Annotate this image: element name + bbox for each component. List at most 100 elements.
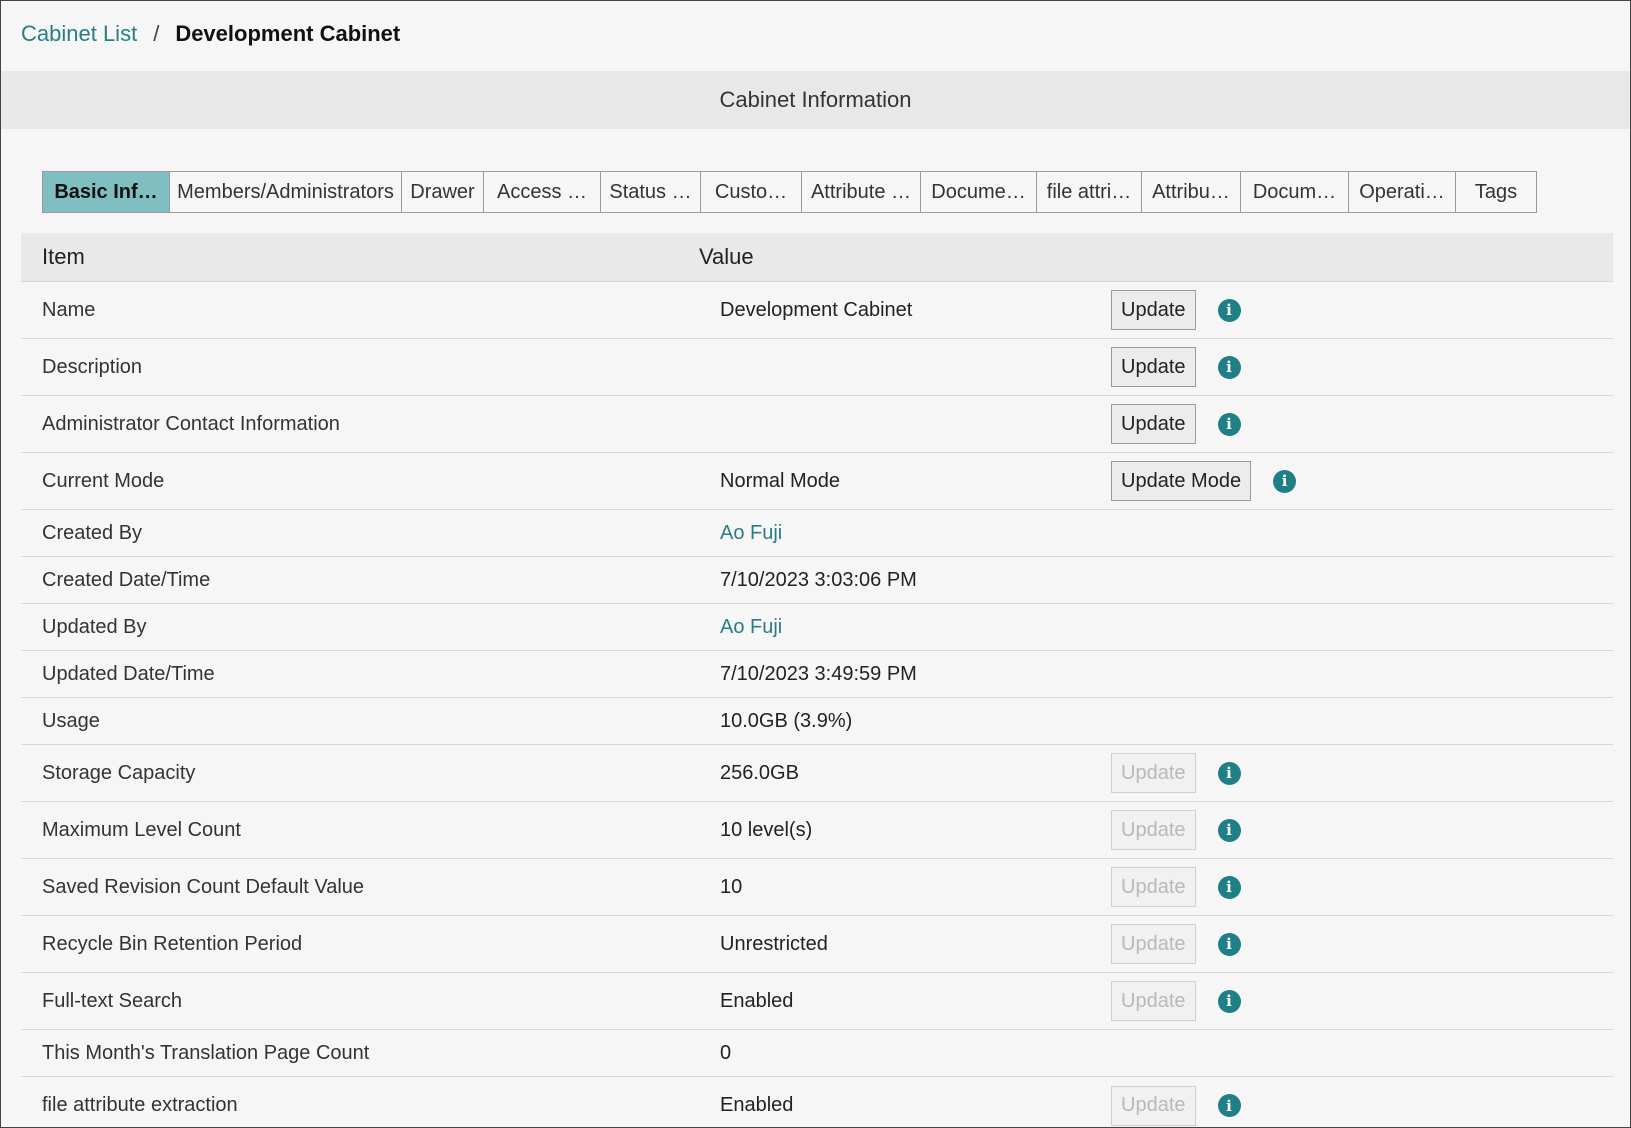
info-icon[interactable]: i — [1217, 875, 1241, 899]
section-header: Cabinet Information — [1, 71, 1630, 129]
table-row: Current Mode Normal Mode Update Mode i — [21, 453, 1613, 510]
info-icon[interactable]: i — [1217, 989, 1241, 1013]
page-title: Development Cabinet — [175, 21, 401, 46]
row-label: Created By — [42, 521, 143, 544]
table-row: This Month's Translation Page Count 0 — [21, 1030, 1613, 1077]
row-label: Usage — [42, 709, 100, 732]
updated-by-user-link[interactable]: Ao Fuji — [720, 616, 782, 638]
tab-access[interactable]: Access … — [484, 172, 601, 212]
update-full-text-search-button: Update — [1111, 981, 1196, 1021]
tab-drawer[interactable]: Drawer — [402, 172, 484, 212]
tab-label: Status … — [609, 180, 692, 203]
update-storage-capacity-button: Update — [1111, 753, 1196, 793]
tab-attribute[interactable]: Attribute … — [802, 172, 921, 212]
update-admin-contact-button[interactable]: Update — [1111, 404, 1196, 444]
tab-document-2[interactable]: Docum… — [1241, 172, 1349, 212]
table-row: Saved Revision Count Default Value 10 Up… — [21, 859, 1613, 916]
info-icon[interactable]: i — [1217, 298, 1241, 322]
table-row: Storage Capacity 256.0GB Update i — [21, 745, 1613, 802]
tab-tags[interactable]: Tags — [1456, 172, 1536, 212]
row-label: Storage Capacity — [42, 761, 196, 784]
row-value: Development Cabinet — [720, 298, 913, 321]
section-title: Cabinet Information — [719, 87, 912, 112]
info-icon[interactable]: i — [1217, 818, 1241, 842]
tab-label: Access … — [496, 180, 588, 203]
tab-file-attribute[interactable]: file attri… — [1037, 172, 1142, 212]
row-value: 10 — [720, 875, 743, 898]
info-icon[interactable]: i — [1217, 412, 1241, 436]
info-icon[interactable]: i — [1273, 469, 1297, 493]
tab-attribute-2[interactable]: Attribu… — [1142, 172, 1241, 212]
row-value: Enabled — [720, 989, 794, 1012]
row-label: file attribute extraction — [42, 1094, 238, 1116]
row-label: Current Mode — [42, 469, 165, 492]
tab-basic-info[interactable]: Basic Inf… — [43, 172, 170, 212]
table-row: Usage 10.0GB (3.9%) — [21, 698, 1613, 745]
info-icon[interactable]: i — [1217, 355, 1241, 379]
column-header-item: Item — [42, 244, 85, 269]
tab-label: Basic Inf… — [54, 180, 158, 203]
update-description-button[interactable]: Update — [1111, 347, 1196, 387]
row-label: Saved Revision Count Default Value — [42, 875, 365, 898]
row-label: Created Date/Time — [42, 568, 211, 591]
table-row: Recycle Bin Retention Period Unrestricte… — [21, 916, 1613, 973]
update-mode-button[interactable]: Update Mode — [1111, 461, 1252, 501]
row-label: Maximum Level Count — [42, 818, 241, 841]
update-revision-count-button: Update — [1111, 867, 1196, 907]
info-icon[interactable]: i — [1217, 761, 1241, 785]
column-header-value: Value — [699, 244, 754, 269]
tab-label: Attribu… — [1152, 180, 1230, 203]
page-frame: Cabinet List / Development Cabinet Cabin… — [0, 0, 1631, 1128]
row-label: Full-text Search — [42, 989, 183, 1012]
row-value: 10 level(s) — [720, 818, 813, 841]
tab-label: file attri… — [1046, 180, 1132, 203]
table-row: Name Development Cabinet Update i — [21, 282, 1613, 339]
row-value: 7/10/2023 3:49:59 PM — [720, 662, 917, 685]
tab-status[interactable]: Status … — [601, 172, 701, 212]
table-row: Full-text Search Enabled Update i — [21, 973, 1613, 1030]
table-row: Description Update i — [21, 339, 1613, 396]
row-label: Description — [42, 355, 143, 378]
tab-label: Attribute … — [810, 180, 912, 203]
row-value: Enabled — [720, 1094, 794, 1116]
created-by-user-link[interactable]: Ao Fuji — [720, 522, 782, 544]
tab-document[interactable]: Docume… — [921, 172, 1037, 212]
table-row: Created By Ao Fuji — [21, 510, 1613, 557]
row-value: 7/10/2023 3:03:06 PM — [720, 568, 917, 591]
table-row: Updated Date/Time 7/10/2023 3:49:59 PM — [21, 651, 1613, 698]
info-icon[interactable]: i — [1217, 932, 1241, 956]
row-value: 10.0GB (3.9%) — [720, 709, 853, 732]
update-name-button[interactable]: Update — [1111, 290, 1196, 330]
tab-operation[interactable]: Operati… — [1349, 172, 1456, 212]
tab-label: Docume… — [931, 180, 1026, 203]
breadcrumb: Cabinet List / Development Cabinet — [21, 19, 400, 49]
tab-members-administrators[interactable]: Members/Administrators — [170, 172, 402, 212]
tab-custom[interactable]: Custo… — [701, 172, 802, 212]
table-row: Updated By Ao Fuji — [21, 604, 1613, 651]
row-label: Updated By — [42, 615, 147, 638]
row-value: 0 — [720, 1041, 732, 1064]
row-label: Recycle Bin Retention Period — [42, 932, 303, 955]
table-row: Created Date/Time 7/10/2023 3:03:06 PM — [21, 557, 1613, 604]
breadcrumb-cabinet-list-link[interactable]: Cabinet List — [21, 19, 137, 49]
update-file-attribute-extraction-button: Update — [1111, 1085, 1196, 1126]
table-header: Item Value — [21, 233, 1613, 282]
tab-label: Drawer — [410, 180, 475, 203]
update-max-level-button: Update — [1111, 810, 1196, 850]
row-label: Name — [42, 298, 96, 321]
table-row: Maximum Level Count 10 level(s) Update i — [21, 802, 1613, 859]
tab-bar: Basic Inf… Members/Administrators Drawer… — [42, 171, 1537, 213]
row-label: Administrator Contact Information — [42, 412, 340, 435]
tab-label: Members/Administrators — [177, 180, 394, 203]
table-row: Administrator Contact Information Update… — [21, 396, 1613, 453]
row-value: Normal Mode — [720, 469, 841, 492]
info-icon[interactable]: i — [1217, 1094, 1241, 1117]
tab-label: Docum… — [1252, 180, 1337, 203]
row-label: Updated Date/Time — [42, 662, 215, 685]
cabinet-info-table: Item Value Name Development Cabinet Upda… — [21, 233, 1613, 1127]
row-label: This Month's Translation Page Count — [42, 1041, 370, 1064]
row-value: 256.0GB — [720, 761, 799, 784]
tab-label: Operati… — [1359, 180, 1445, 203]
tab-label: Custo… — [714, 180, 788, 203]
breadcrumb-separator: / — [153, 21, 160, 46]
